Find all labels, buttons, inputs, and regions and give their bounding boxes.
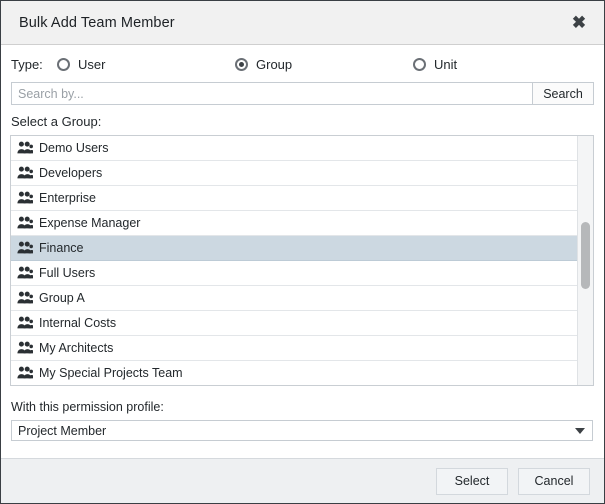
list-item[interactable]: Enterprise [11,186,577,211]
group-icon [17,341,33,354]
radio-icon-user[interactable] [57,57,70,71]
list-item[interactable]: Expense Manager [11,211,577,236]
chevron-down-icon[interactable] [575,427,585,434]
group-icon [17,291,33,304]
dialog-body: Type: User Group Unit Search by... Searc… [1,49,604,464]
scrollbar-thumb[interactable] [581,222,590,289]
list-item[interactable]: Full Users [11,261,577,286]
list-item-label: Developers [39,166,103,180]
dialog-footer: Select Cancel [1,458,604,503]
radio-option-group[interactable]: Group [235,57,413,72]
group-list-container: Demo Users Developers Enterprise Expense Ma… [10,135,594,386]
permission-profile-select[interactable]: Project Member [11,420,593,441]
group-icon [17,266,33,279]
group-icon [17,241,33,254]
list-item[interactable]: Developers [11,161,577,186]
group-icon [17,141,33,154]
list-item-label: My Special Projects Team [39,366,183,380]
list-item[interactable]: Internal Costs [11,311,577,336]
list-item-label: My Architects [39,341,114,355]
group-icon [17,191,33,204]
group-icon [17,366,33,379]
list-item-label: Expense Manager [39,216,141,230]
list-item-label: Demo Users [39,141,109,155]
group-icon [17,216,33,229]
permission-profile-value: Project Member [18,423,107,438]
radio-option-unit[interactable]: Unit [413,57,533,72]
group-icon [17,166,33,179]
list-item[interactable]: My Special Projects Team [11,361,577,385]
list-item-label: Enterprise [39,191,96,205]
select-group-label: Select a Group: [11,114,102,129]
group-icon [17,316,33,329]
cancel-button[interactable]: Cancel [518,467,590,495]
dialog-titlebar: Bulk Add Team Member ✖ [1,1,604,45]
radio-option-user[interactable]: User [57,57,235,72]
vertical-scrollbar[interactable] [577,136,594,385]
list-item-label: Internal Costs [39,316,117,330]
select-button[interactable]: Select [436,467,508,495]
radio-label-unit: Unit [434,56,458,72]
list-item[interactable]: Finance [11,236,577,261]
radio-icon-group[interactable] [235,57,248,71]
group-list[interactable]: Demo Users Developers Enterprise Expense Ma… [11,136,577,385]
type-radio-group: User Group Unit [57,57,594,72]
list-item[interactable]: My Architects [11,336,577,361]
list-item-label: Finance [39,241,84,255]
radio-icon-unit[interactable] [413,57,426,71]
list-item-label: Group A [39,291,85,305]
close-icon[interactable]: ✖ [568,12,590,34]
permission-profile-label: With this permission profile: [11,400,164,414]
search-input[interactable] [11,82,532,105]
bulk-add-team-member-dialog: Bulk Add Team Member ✖ Type: User Group … [0,0,605,504]
radio-label-user: User [78,56,106,72]
type-row: Type: User Group Unit [1,49,604,79]
dialog-title: Bulk Add Team Member [19,14,175,31]
list-item[interactable]: Demo Users [11,136,577,161]
list-item-label: Full Users [39,266,96,280]
radio-label-group: Group [256,56,293,72]
search-button[interactable]: Search [532,82,594,105]
type-label: Type: [11,56,43,72]
search-row: Search [11,82,594,105]
list-item[interactable]: Group A [11,286,577,311]
